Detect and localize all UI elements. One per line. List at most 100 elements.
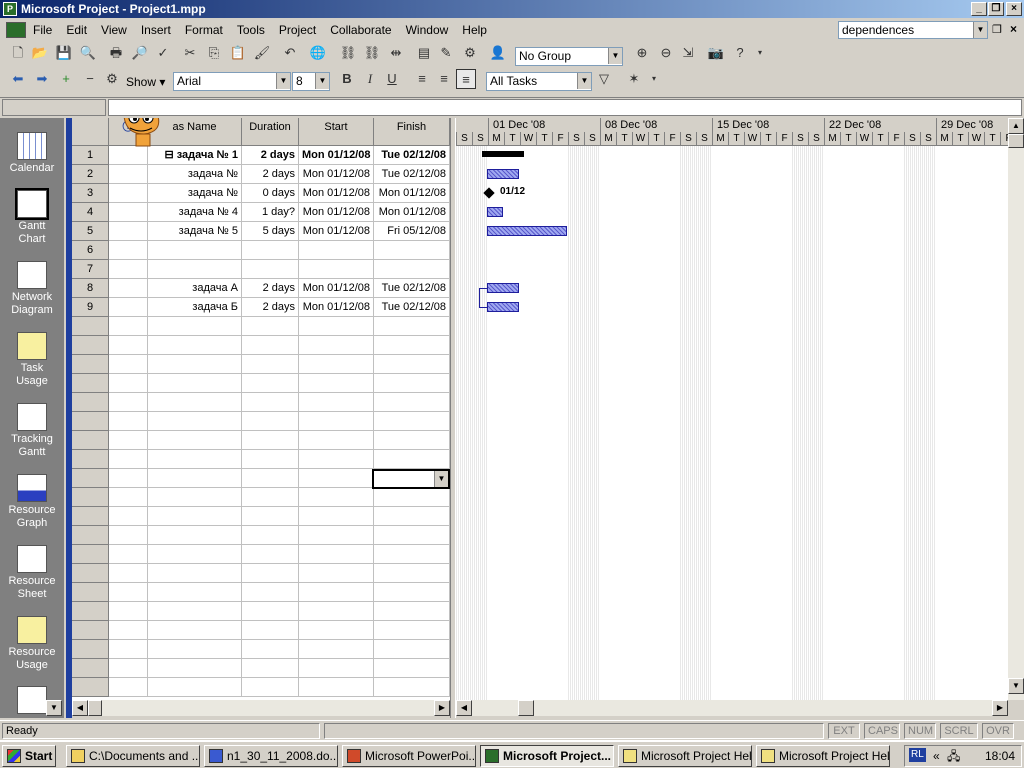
- indicator-cell[interactable]: [109, 583, 148, 602]
- underline-button[interactable]: U: [382, 69, 402, 89]
- row-number[interactable]: [72, 640, 109, 659]
- start-cell[interactable]: Mon 01/12/08: [299, 222, 374, 241]
- duration-cell[interactable]: [242, 431, 299, 450]
- table-row[interactable]: [72, 659, 450, 678]
- close-button[interactable]: ×: [1006, 2, 1022, 16]
- taskbar-item-explorer[interactable]: C:\Documents and ...: [66, 745, 200, 767]
- scroll-down-icon[interactable]: ▼: [1008, 678, 1024, 694]
- menu-file[interactable]: File: [26, 23, 59, 37]
- autofilter-icon[interactable]: ▽: [594, 69, 614, 89]
- table-row[interactable]: 8 задача А2 days Mon 01/12/08 Tue 02/12/08: [72, 279, 450, 298]
- scroll-right-icon[interactable]: ▶: [434, 700, 450, 716]
- menu-collaborate[interactable]: Collaborate: [323, 23, 398, 37]
- scroll-right-icon[interactable]: ▶: [992, 700, 1008, 716]
- indicator-cell[interactable]: [109, 488, 148, 507]
- chevron-down-icon[interactable]: ▼: [434, 471, 448, 487]
- view-tracking-gantt[interactable]: Tracking Gantt: [0, 403, 64, 459]
- split-task-icon[interactable]: ⇹: [386, 43, 406, 63]
- start-cell[interactable]: [299, 450, 374, 469]
- table-row[interactable]: [72, 336, 450, 355]
- table-row[interactable]: [72, 355, 450, 374]
- table-row[interactable]: [72, 374, 450, 393]
- row-number[interactable]: [72, 602, 109, 621]
- start-cell[interactable]: [299, 260, 374, 279]
- bold-button[interactable]: B: [337, 69, 357, 89]
- table-row[interactable]: [72, 488, 450, 507]
- finish-cell[interactable]: [374, 488, 450, 507]
- cut-icon[interactable]: ✂: [180, 43, 200, 63]
- indicator-cell[interactable]: [109, 431, 148, 450]
- row-number[interactable]: [72, 507, 109, 526]
- font-size-select[interactable]: 8 ▼: [292, 72, 330, 91]
- help-search-input[interactable]: dependences ▼: [838, 21, 988, 39]
- scroll-thumb[interactable]: [518, 700, 534, 716]
- task-name-cell[interactable]: задача №: [148, 165, 242, 184]
- duration-cell[interactable]: [242, 583, 299, 602]
- menu-insert[interactable]: Insert: [134, 23, 178, 37]
- finish-cell[interactable]: Fri 05/12/08: [374, 222, 450, 241]
- finish-cell[interactable]: [374, 260, 450, 279]
- view-network-diagram[interactable]: Network Diagram: [0, 261, 64, 317]
- duration-cell[interactable]: [242, 412, 299, 431]
- indicator-cell[interactable]: [109, 146, 148, 165]
- table-row[interactable]: [72, 545, 450, 564]
- table-row[interactable]: 3 задача № 0 days Mon 01/12/08 Mon 01/12/08: [72, 184, 450, 203]
- finish-cell[interactable]: [374, 640, 450, 659]
- duration-cell[interactable]: 2 days: [242, 298, 299, 317]
- start-header[interactable]: Start: [299, 118, 374, 146]
- finish-cell[interactable]: [374, 564, 450, 583]
- finish-cell[interactable]: [374, 412, 450, 431]
- start-cell[interactable]: Mon 01/12/08: [299, 184, 374, 203]
- start-cell[interactable]: [299, 564, 374, 583]
- row-number[interactable]: [72, 336, 109, 355]
- arrow-left-icon[interactable]: ⬅: [8, 69, 28, 89]
- finish-cell[interactable]: [374, 355, 450, 374]
- view-resource-sheet[interactable]: Resource Sheet: [0, 545, 64, 601]
- menu-window[interactable]: Window: [399, 23, 456, 37]
- duration-cell[interactable]: [242, 507, 299, 526]
- duration-cell[interactable]: [242, 640, 299, 659]
- font-select[interactable]: Arial ▼: [173, 72, 291, 91]
- table-row[interactable]: 7: [72, 260, 450, 279]
- table-row[interactable]: [72, 602, 450, 621]
- row-number[interactable]: [72, 564, 109, 583]
- task-name-cell[interactable]: [148, 488, 242, 507]
- task-name-cell[interactable]: задача №: [148, 184, 242, 203]
- duration-cell[interactable]: [242, 241, 299, 260]
- link-icon[interactable]: ⛓: [338, 43, 358, 63]
- taskbar-item-help-1[interactable]: Microsoft Project Help: [618, 745, 752, 767]
- publish-icon[interactable]: ⚙: [460, 43, 480, 63]
- start-cell[interactable]: [299, 678, 374, 697]
- duration-header[interactable]: Duration: [242, 118, 299, 146]
- paste-icon[interactable]: 📋: [228, 43, 248, 63]
- scroll-up-icon[interactable]: ▲: [1008, 118, 1024, 134]
- indicator-cell[interactable]: [109, 450, 148, 469]
- task-name-cell[interactable]: [148, 564, 242, 583]
- finish-cell[interactable]: [374, 450, 450, 469]
- finish-cell[interactable]: Tue 02/12/08: [374, 165, 450, 184]
- start-cell[interactable]: [299, 393, 374, 412]
- row-number[interactable]: [72, 317, 109, 336]
- unlink-icon[interactable]: ⛓: [362, 43, 382, 63]
- start-cell[interactable]: [299, 488, 374, 507]
- doc-restore-icon[interactable]: ❐: [992, 23, 1002, 36]
- task-info-icon[interactable]: ▤: [414, 43, 434, 63]
- finish-cell[interactable]: [374, 602, 450, 621]
- task-name-cell[interactable]: [148, 355, 242, 374]
- align-center-icon[interactable]: ≡: [434, 69, 454, 89]
- chevron-down-icon[interactable]: ▼: [276, 73, 290, 89]
- table-row[interactable]: 1 ⊟ задача № 12 days Mon 01/12/08 Tue 02/12…: [72, 146, 450, 165]
- print-icon[interactable]: 🖶: [106, 43, 126, 63]
- summary-bar[interactable]: [482, 151, 524, 157]
- restore-button[interactable]: ❐: [988, 2, 1004, 16]
- indicator-cell[interactable]: [109, 355, 148, 374]
- finish-cell[interactable]: [374, 241, 450, 260]
- table-row[interactable]: [72, 564, 450, 583]
- start-cell[interactable]: [299, 317, 374, 336]
- duration-cell[interactable]: 2 days: [242, 279, 299, 298]
- indicator-cell[interactable]: [109, 545, 148, 564]
- indicator-cell[interactable]: [109, 336, 148, 355]
- help-icon[interactable]: ?: [730, 43, 750, 63]
- row-number[interactable]: 7: [72, 260, 109, 279]
- table-row[interactable]: 9 задача Б2 days Mon 01/12/08 Tue 02/12/08: [72, 298, 450, 317]
